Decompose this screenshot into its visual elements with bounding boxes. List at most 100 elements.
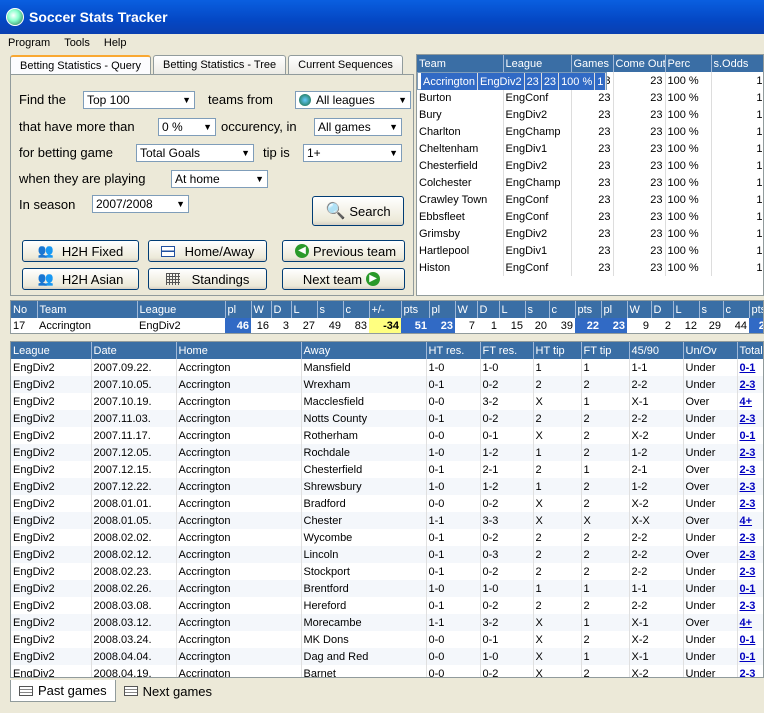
percent-select[interactable]: 0 % ▼ xyxy=(158,118,216,136)
table-row[interactable]: EngDiv2 2008.03.08. Accrington Hereford 0-1 0… xyxy=(11,597,763,614)
standing-col[interactable]: D xyxy=(651,301,674,318)
standing-col[interactable]: s xyxy=(699,301,724,318)
standing-col[interactable]: pl xyxy=(429,301,456,318)
next-team-button[interactable]: Next team ▶ xyxy=(282,268,405,290)
games-col[interactable]: FT tip xyxy=(581,342,630,359)
standing-col[interactable]: +/- xyxy=(369,301,402,318)
games-col[interactable]: HT tip xyxy=(533,342,582,359)
table-row[interactable]: EngDiv2 2008.02.23. Accrington Stockport 0-1… xyxy=(11,563,763,580)
tip-select[interactable]: 1+ ▼ xyxy=(303,144,402,162)
standing-col[interactable]: pl xyxy=(225,301,252,318)
table-row[interactable]: Burton EngConf 23 23 100 % 1 xyxy=(417,89,763,106)
table-row[interactable]: Colchester EngChamp 23 23 100 % 1 xyxy=(417,174,763,191)
total-goals-link[interactable]: 0-1 xyxy=(737,631,763,648)
menu-tools[interactable]: Tools xyxy=(64,37,90,49)
total-goals-link[interactable]: 0-1 xyxy=(737,580,763,597)
standing-col[interactable]: W xyxy=(455,301,478,318)
table-row[interactable]: EngDiv2 2007.12.15. Accrington Chesterfield… xyxy=(11,461,763,478)
games-col[interactable]: HT res. xyxy=(426,342,481,359)
table-row[interactable]: EngDiv2 2008.01.05. Accrington Chester 1-1 3-… xyxy=(11,512,763,529)
tab-past-games[interactable]: Past games xyxy=(10,680,116,702)
table-row[interactable]: EngDiv2 2007.10.19. Accrington Macclesfield… xyxy=(11,393,763,410)
total-goals-link[interactable]: 2-3 xyxy=(737,546,763,563)
table-row[interactable]: EngDiv2 2008.02.02. Accrington Wycombe 0-1 0-… xyxy=(11,529,763,546)
total-goals-link[interactable]: 0-1 xyxy=(737,359,763,376)
standing-col[interactable]: W xyxy=(627,301,652,318)
search-button[interactable]: 🔍 Search xyxy=(312,196,404,226)
tab-betting-query[interactable]: Betting Statistics - Query xyxy=(10,55,152,75)
standing-col[interactable]: L xyxy=(499,301,526,318)
total-goals-link[interactable]: 2-3 xyxy=(737,495,763,512)
table-row[interactable]: EngDiv2 2008.03.24. Accrington MK Dons 0-0 0-… xyxy=(11,631,763,648)
games-col[interactable]: League xyxy=(11,342,92,359)
table-row[interactable]: EngDiv2 2008.03.12. Accrington Morecambe 1-1… xyxy=(11,614,763,631)
games-col[interactable]: Date xyxy=(91,342,177,359)
previous-team-button[interactable]: ◀ Previous team xyxy=(282,240,405,262)
games-col[interactable]: 45/90 xyxy=(629,342,684,359)
standing-col[interactable]: Team xyxy=(37,301,138,318)
standing-col[interactable]: s xyxy=(317,301,344,318)
table-row[interactable]: Crawley Town EngConf 23 23 100 % 1 xyxy=(417,191,763,208)
table-row[interactable]: EngDiv2 2007.11.03. Accrington Notts County… xyxy=(11,410,763,427)
total-goals-link[interactable]: 2-3 xyxy=(737,597,763,614)
standing-col[interactable]: D xyxy=(271,301,292,318)
table-row[interactable]: EngDiv2 2008.02.12. Accrington Lincoln 0-1 0-… xyxy=(11,546,763,563)
table-row[interactable]: Bury EngDiv2 23 23 100 % 1 xyxy=(417,106,763,123)
standing-col[interactable]: c xyxy=(343,301,370,318)
standing-row[interactable]: 17 Accrington EngDiv2 46 16 3 27 49 83 -34 51 23 7 1 1… xyxy=(11,318,763,333)
table-row[interactable]: Accrington EngDiv2 23 23 100 % 1 xyxy=(417,72,608,90)
h2h-asian-button[interactable]: 👥 H2H Asian xyxy=(22,268,139,290)
menu-help[interactable]: Help xyxy=(104,37,127,49)
games-col[interactable]: Un/Ov xyxy=(683,342,738,359)
table-row[interactable]: EngDiv2 2008.04.04. Accrington Dag and Red 0… xyxy=(11,648,763,665)
league-select[interactable]: All leagues ▼ xyxy=(295,91,411,109)
table-row[interactable]: EngDiv2 2007.12.05. Accrington Rochdale 1-0 1… xyxy=(11,444,763,461)
total-goals-link[interactable]: 2-3 xyxy=(737,444,763,461)
tab-next-games[interactable]: Next games xyxy=(116,680,220,702)
total-goals-link[interactable]: 2-3 xyxy=(737,410,763,427)
standing-col[interactable]: L xyxy=(291,301,318,318)
table-row[interactable]: EngDiv2 2008.01.01. Accrington Bradford 0-0 0… xyxy=(11,495,763,512)
total-goals-link[interactable]: 0-1 xyxy=(737,427,763,444)
table-row[interactable]: EngDiv2 2007.10.05. Accrington Wrexham 0-1 0-… xyxy=(11,376,763,393)
total-goals-link[interactable]: 2-3 xyxy=(737,461,763,478)
table-row[interactable]: EngDiv2 2007.12.22. Accrington Shrewsbury 1-… xyxy=(11,478,763,495)
tab-betting-tree[interactable]: Betting Statistics - Tree xyxy=(153,55,287,74)
table-row[interactable]: Histon EngConf 23 23 100 % 1 xyxy=(417,259,763,276)
top-count-select[interactable]: Top 100 ▼ xyxy=(83,91,195,109)
table-row[interactable]: EngDiv2 2007.09.22. Accrington Mansfield 1-0… xyxy=(11,359,763,376)
standing-col[interactable]: pl xyxy=(601,301,628,318)
total-goals-link[interactable]: 0-1 xyxy=(737,648,763,665)
col-s-odds[interactable]: s.Odds xyxy=(711,55,763,72)
table-row[interactable]: Hartlepool EngDiv1 23 23 100 % 1 xyxy=(417,242,763,259)
standing-col[interactable]: L xyxy=(673,301,700,318)
table-row[interactable]: Grimsby EngDiv2 23 23 100 % 1 xyxy=(417,225,763,242)
total-goals-link[interactable]: 4+ xyxy=(737,393,763,410)
table-row[interactable]: Ebbsfleet EngConf 23 23 100 % 1 xyxy=(417,208,763,225)
total-goals-link[interactable]: 2-3 xyxy=(737,376,763,393)
table-row[interactable]: Cheltenham EngDiv1 23 23 100 % 1 xyxy=(417,140,763,157)
total-goals-link[interactable]: 2-3 xyxy=(737,665,763,677)
standings-button[interactable]: Standings xyxy=(148,268,267,290)
standing-col[interactable]: pts xyxy=(401,301,430,318)
total-goals-link[interactable]: 2-3 xyxy=(737,478,763,495)
standing-col[interactable]: c xyxy=(549,301,576,318)
col-perc[interactable]: Perc xyxy=(665,55,712,72)
col-league[interactable]: League xyxy=(503,55,572,72)
standing-col[interactable]: pts xyxy=(749,301,763,318)
games-col[interactable]: Home xyxy=(176,342,302,359)
col-games[interactable]: Games xyxy=(571,55,614,72)
venue-select[interactable]: At home ▼ xyxy=(171,170,268,188)
standing-col[interactable]: D xyxy=(477,301,500,318)
total-goals-link[interactable]: 2-3 xyxy=(737,529,763,546)
games-select[interactable]: All games ▼ xyxy=(314,118,402,136)
total-goals-link[interactable]: 4+ xyxy=(737,512,763,529)
games-col[interactable]: Away xyxy=(301,342,427,359)
home-away-button[interactable]: Home/Away xyxy=(148,240,267,262)
standing-col[interactable]: pts xyxy=(575,301,602,318)
table-row[interactable]: Chesterfield EngDiv2 23 23 100 % 1 xyxy=(417,157,763,174)
total-goals-link[interactable]: 4+ xyxy=(737,614,763,631)
col-come-out[interactable]: Come Out xyxy=(613,55,666,72)
standing-col[interactable]: s xyxy=(525,301,550,318)
tab-current-sequences[interactable]: Current Sequences xyxy=(288,55,403,74)
